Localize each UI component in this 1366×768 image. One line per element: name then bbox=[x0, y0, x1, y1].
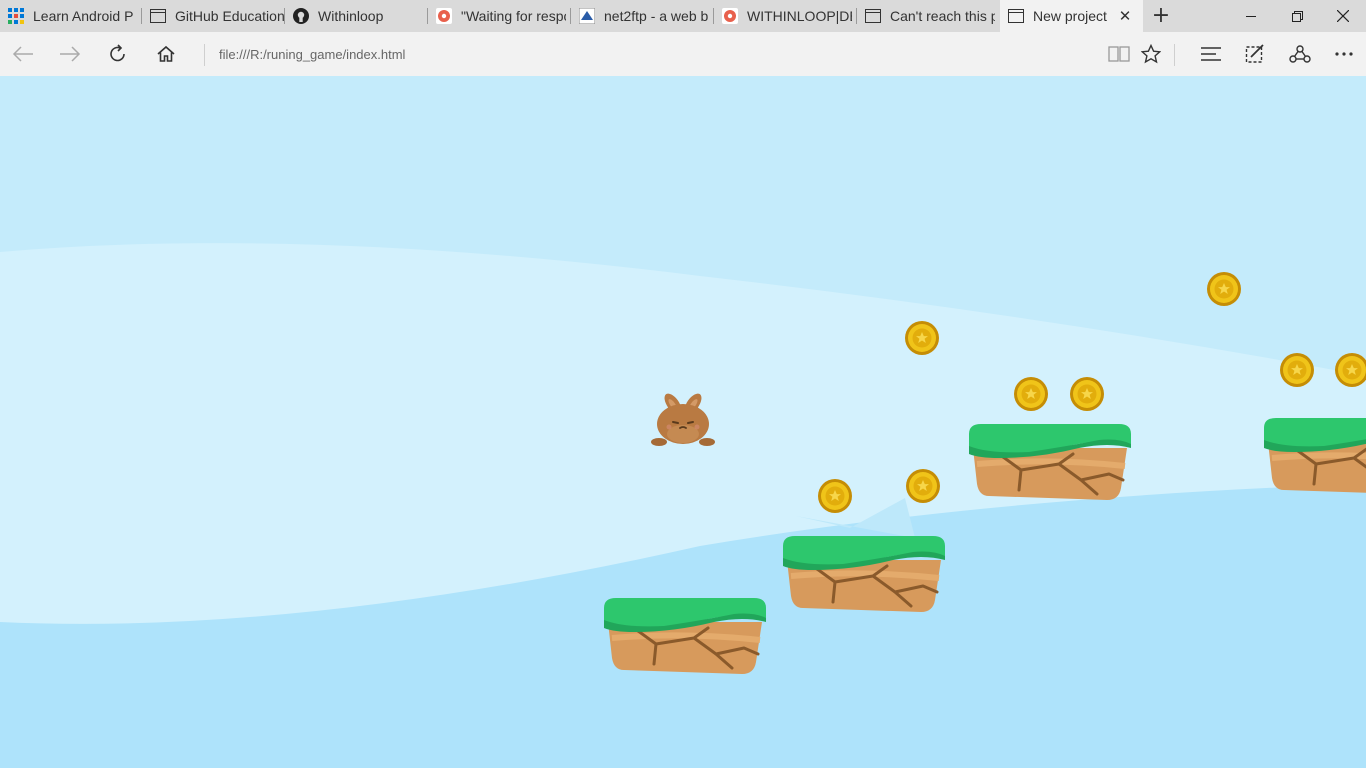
coin bbox=[818, 479, 852, 513]
more-button[interactable] bbox=[1330, 40, 1358, 68]
back-arrow-icon bbox=[12, 46, 33, 62]
tab-label: Can't reach this pa bbox=[890, 8, 995, 24]
platform bbox=[604, 598, 766, 674]
share-icon bbox=[1289, 45, 1311, 63]
platform bbox=[783, 536, 945, 612]
close-tab-icon[interactable]: ✕ bbox=[1117, 8, 1133, 24]
forward-button[interactable] bbox=[56, 40, 84, 68]
back-button[interactable] bbox=[9, 40, 37, 68]
more-icon bbox=[1335, 52, 1353, 56]
minimize-button[interactable] bbox=[1228, 0, 1274, 32]
reading-view-button[interactable] bbox=[1105, 40, 1133, 68]
tab-label: New project bbox=[1033, 8, 1107, 24]
tab-label: WITHINLOOP|DEV bbox=[747, 8, 852, 24]
url-text: file:///R:/runing_game/index.html bbox=[219, 47, 406, 62]
home-icon bbox=[157, 45, 175, 62]
tab-net2ftp[interactable]: net2ftp - a web b bbox=[571, 0, 714, 32]
navigation-bar: file:///R:/runing_game/index.html bbox=[0, 32, 1366, 76]
tab-strip: Learn Android Pro GitHub Education Withi… bbox=[0, 0, 1366, 32]
favorites-button[interactable] bbox=[1137, 40, 1165, 68]
new-tab-button[interactable]: + bbox=[1150, 5, 1172, 28]
game-scene bbox=[0, 76, 1366, 768]
tab-label: Learn Android Pro bbox=[33, 8, 133, 24]
hub-button[interactable] bbox=[1197, 40, 1225, 68]
tab-learn-android[interactable]: Learn Android Pro bbox=[0, 0, 142, 32]
windows-tiles-icon bbox=[8, 8, 24, 24]
coin bbox=[1070, 377, 1104, 411]
github-icon bbox=[293, 8, 309, 24]
coin bbox=[906, 469, 940, 503]
tab-cant-reach[interactable]: Can't reach this pa bbox=[857, 0, 1000, 32]
platform bbox=[1264, 418, 1366, 494]
page-icon bbox=[865, 8, 881, 24]
coin bbox=[1014, 377, 1048, 411]
coin bbox=[1207, 272, 1241, 306]
browser-window: Learn Android Pro GitHub Education Withi… bbox=[0, 0, 1366, 768]
tab-label: Withinloop bbox=[318, 8, 384, 24]
web-note-button[interactable] bbox=[1241, 40, 1269, 68]
hub-icon bbox=[1201, 47, 1221, 61]
net2ftp-icon bbox=[579, 8, 595, 24]
platform bbox=[969, 424, 1131, 500]
share-button[interactable] bbox=[1286, 40, 1314, 68]
coin bbox=[905, 321, 939, 355]
coin bbox=[1280, 353, 1314, 387]
site-logo-icon bbox=[436, 8, 452, 24]
tab-github-education[interactable]: GitHub Education bbox=[142, 0, 285, 32]
tab-withinloop-dev[interactable]: WITHINLOOP|DEV bbox=[714, 0, 857, 32]
tab-label: GitHub Education bbox=[175, 8, 285, 24]
web-note-icon bbox=[1245, 44, 1264, 63]
tab-new-project[interactable]: New project ✕ bbox=[1000, 0, 1143, 32]
reading-view-icon bbox=[1108, 46, 1130, 62]
tab-label: net2ftp - a web b bbox=[604, 8, 709, 24]
tab-waiting[interactable]: "Waiting for respo bbox=[428, 0, 571, 32]
restore-button[interactable] bbox=[1274, 0, 1320, 32]
refresh-icon bbox=[110, 44, 125, 62]
site-logo-icon bbox=[722, 8, 738, 24]
close-window-button[interactable] bbox=[1320, 0, 1366, 32]
home-button[interactable] bbox=[152, 40, 180, 68]
page-icon bbox=[1008, 8, 1024, 24]
address-bar[interactable]: file:///R:/runing_game/index.html bbox=[204, 44, 1099, 66]
page-icon bbox=[150, 8, 166, 24]
star-icon bbox=[1141, 44, 1161, 64]
refresh-button[interactable] bbox=[104, 40, 132, 68]
tab-label: "Waiting for respo bbox=[461, 8, 566, 24]
game-canvas[interactable] bbox=[0, 76, 1366, 768]
tab-withinloop[interactable]: Withinloop bbox=[285, 0, 428, 32]
forward-arrow-icon bbox=[60, 46, 81, 62]
